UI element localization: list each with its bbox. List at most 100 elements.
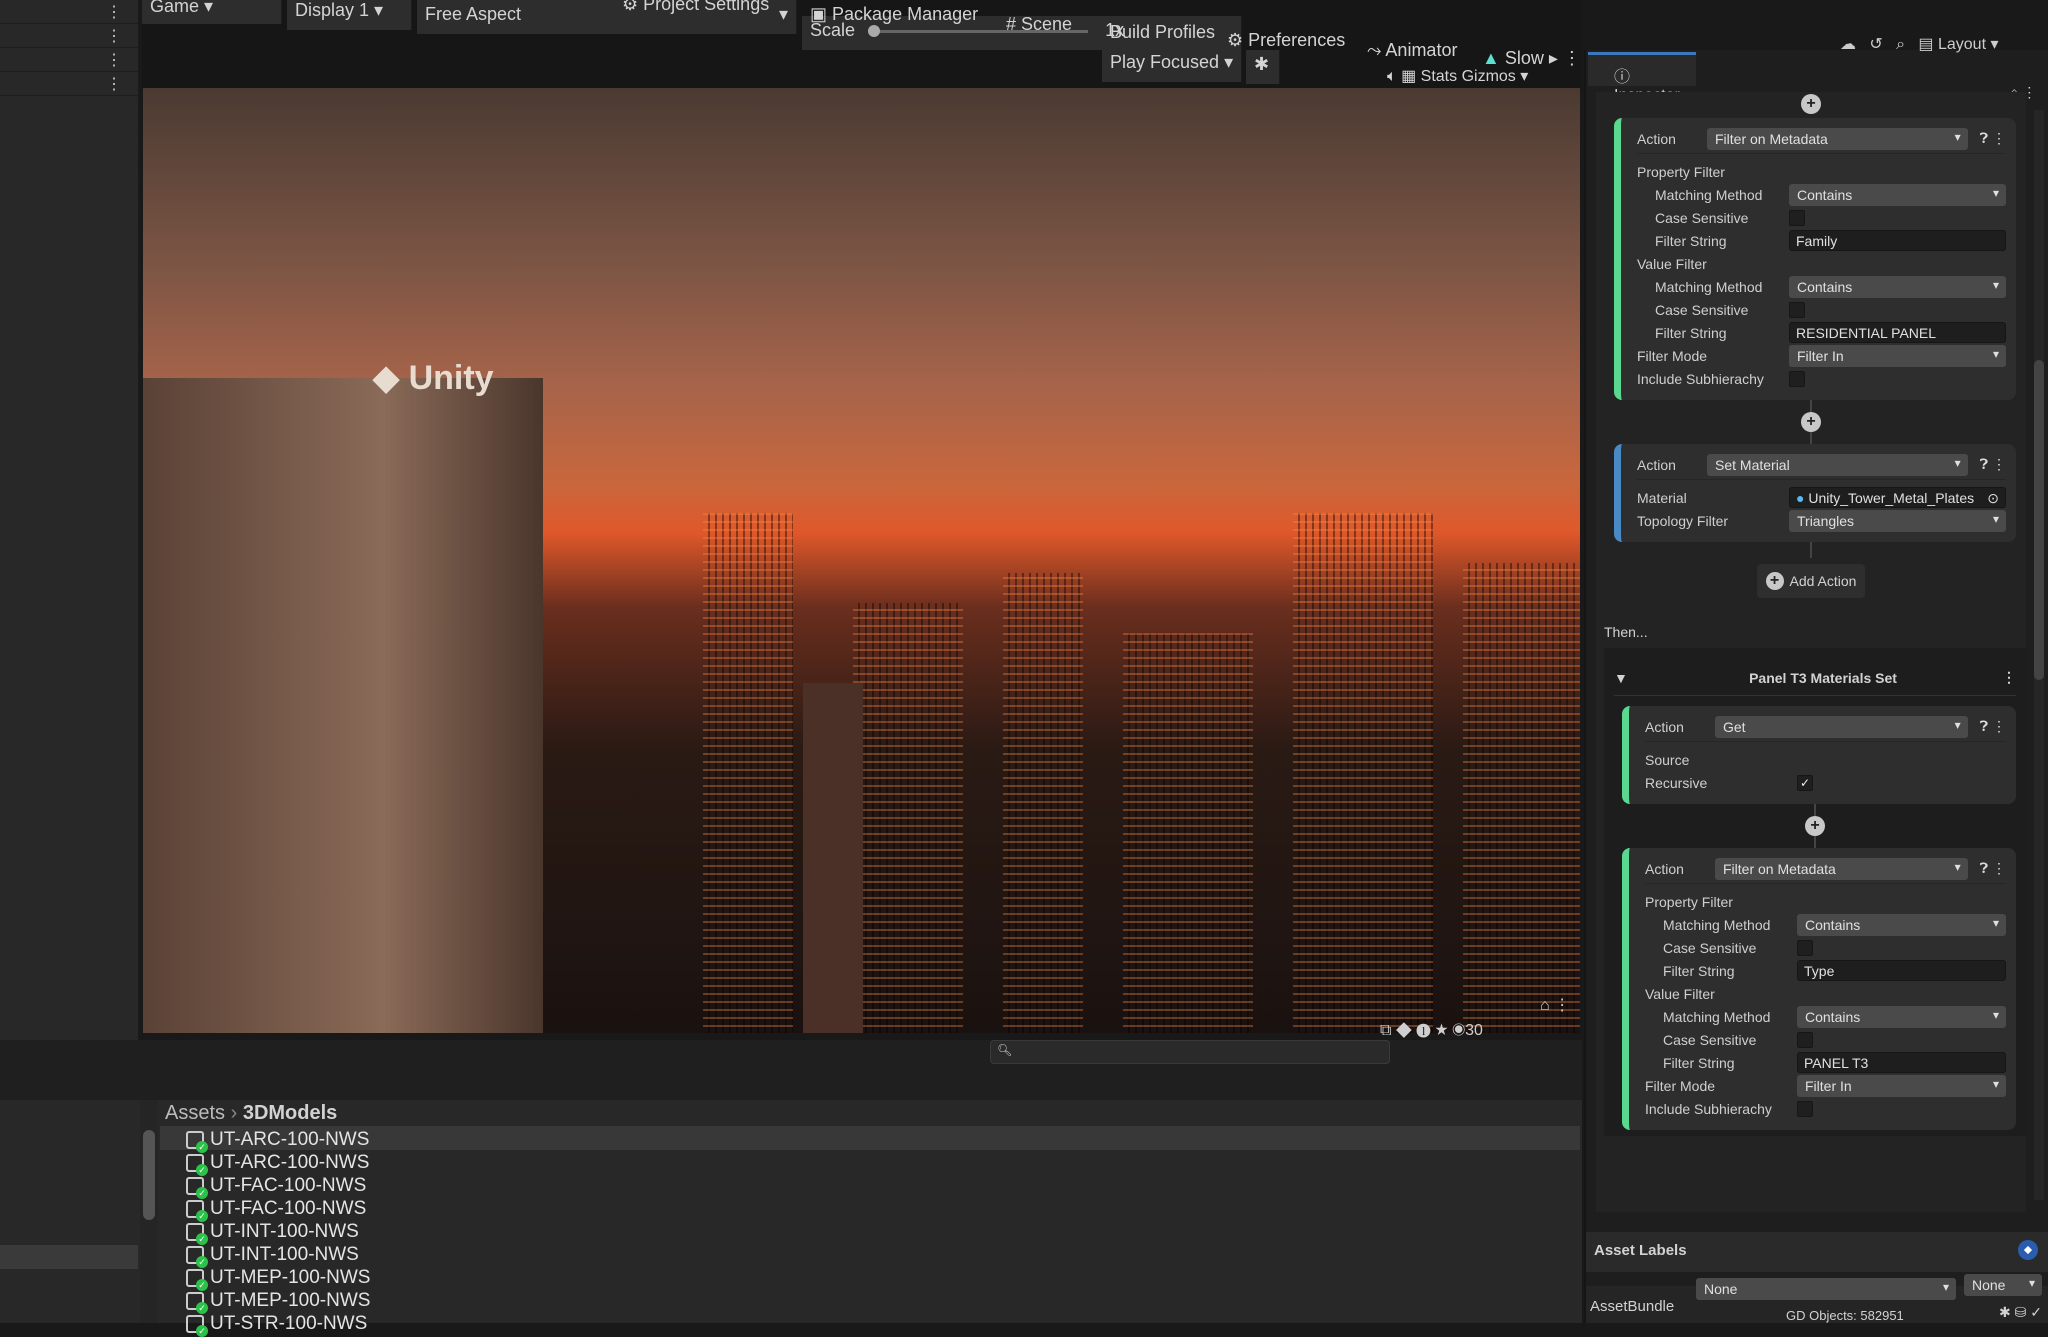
asset-item[interactable]: ✓ UT-MEP-100-NWS	[186, 1289, 370, 1314]
inspector-tab[interactable]: ⓘ Inspector	[1588, 52, 1696, 104]
filter-string-input[interactable]: Family	[1789, 230, 2006, 251]
scene-tab[interactable]: # Scene	[1006, 14, 1072, 35]
insert-action-button[interactable]: +	[1801, 94, 1821, 114]
package-manager-button[interactable]: ▣ Package Manager	[810, 4, 978, 25]
bug-icon[interactable]: ✱	[1999, 1304, 2011, 1320]
matching-method-dropdown[interactable]: Contains	[1789, 275, 2006, 298]
asset-item[interactable]: ✓ UT-INT-100-NWS	[186, 1243, 359, 1268]
asset-item[interactable]: ✓ UT-MEP-100-NWS	[186, 1266, 370, 1291]
layout-dropdown[interactable]: ▤ Layout ▾	[1918, 36, 1998, 53]
build-profiles-button[interactable]: Build Profiles	[1110, 22, 1215, 43]
asset-item[interactable]: ✓ UT-ARC-100-NWS	[186, 1128, 369, 1153]
hierarchy-row[interactable]: ⋮	[0, 24, 138, 48]
check-circle-icon[interactable]: ✓	[2030, 1304, 2042, 1320]
grid-toggle-icon[interactable]: ▦	[1401, 68, 1416, 85]
include-subhierarchy-checkbox[interactable]	[1789, 370, 1805, 387]
collapse-arrow-icon[interactable]: ▼	[1614, 670, 1644, 686]
game-tab-label: Game	[150, 0, 200, 16]
action-card-filter-metadata: Action Filter on Metadata ❓︎ ⋮ Property Fi…	[1622, 848, 2016, 1130]
warning-filter-icon[interactable]: ❶	[1416, 1022, 1430, 1039]
database-icon[interactable]: ⛁	[2015, 1304, 2027, 1320]
case-sensitive-checkbox[interactable]	[1797, 1031, 1813, 1048]
asset-item[interactable]: ✓ UT-STR-100-NWS	[186, 1312, 367, 1337]
asset-item[interactable]: ✓ UT-ARC-100-NWS	[186, 1151, 369, 1176]
gizmos-button[interactable]: Gizmos	[1462, 68, 1516, 85]
insert-action-button[interactable]: +	[1805, 816, 1825, 836]
action-dropdown[interactable]: Filter on Metadata	[1707, 127, 1968, 150]
matching-method-dropdown[interactable]: Contains	[1789, 183, 2006, 206]
folder-tree-selected[interactable]	[0, 1245, 138, 1269]
asset-item[interactable]: ✓ UT-INT-100-NWS	[186, 1220, 359, 1245]
hierarchy-row[interactable]: ⋮	[0, 0, 138, 24]
game-view[interactable]: ◆ Unity	[143, 88, 1580, 1033]
building	[1463, 563, 1580, 1033]
help-icon[interactable]: ❓︎ ⋮	[1980, 860, 2006, 877]
hierarchy-row[interactable]: ⋮	[0, 48, 138, 72]
case-sensitive-checkbox[interactable]	[1797, 939, 1813, 956]
breadcrumb-assets[interactable]: Assets	[165, 1102, 225, 1124]
group-menu-icon[interactable]: ⋮	[2002, 669, 2016, 686]
filter-mode-dropdown[interactable]: Filter In	[1797, 1074, 2006, 1097]
asset-item[interactable]: ✓ UT-FAC-100-NWS	[186, 1174, 366, 1199]
help-icon[interactable]: ❓︎ ⋮	[1980, 718, 2006, 735]
building	[853, 603, 963, 1033]
variant-dropdown[interactable]: None	[1964, 1274, 2042, 1296]
selected-row-highlight	[160, 1126, 1580, 1150]
tag-icon[interactable]: ⬥	[2018, 1240, 2038, 1260]
action-label: Action	[1645, 860, 1684, 877]
eye-icon[interactable]: ◉	[1452, 1022, 1465, 1039]
case-sensitive-label: Case Sensitive	[1663, 939, 1757, 956]
project-search-input[interactable]: 🔍︎	[990, 1040, 1390, 1064]
asset-item[interactable]: ✓ UT-FAC-100-NWS	[186, 1197, 366, 1222]
object-picker-icon[interactable]: ⊙	[1987, 490, 1999, 507]
include-subhierarchy-checkbox[interactable]	[1797, 1100, 1813, 1117]
history-icon[interactable]: ↺	[1869, 36, 1882, 53]
matching-method-dropdown[interactable]: Contains	[1797, 913, 2006, 936]
game-tab[interactable]: Game ▾	[142, 0, 282, 24]
matching-method-value: Contains	[1805, 1008, 1861, 1025]
package-manager-label: Package Manager	[832, 4, 979, 24]
stats-button[interactable]: Stats	[1421, 68, 1457, 85]
label-filter-icon[interactable]: ◆	[1396, 1022, 1412, 1039]
search-icon[interactable]: ⌕	[1896, 36, 1905, 53]
filter-string-input[interactable]: RESIDENTIAL PANEL	[1789, 322, 2006, 343]
material-field[interactable]: ● Unity_Tower_Metal_Plates ⊙	[1789, 487, 2006, 508]
bug-icon[interactable]: ✱	[1246, 50, 1280, 84]
play-mode-dropdown[interactable]: Play Focused ▾	[1102, 48, 1242, 82]
more-icon[interactable]: ⋮	[106, 74, 122, 94]
cloud-icon[interactable]: ☁	[1840, 36, 1856, 53]
breadcrumb-3dmodels[interactable]: 3DModels	[243, 1102, 337, 1124]
hierarchy-row[interactable]: ⋮	[0, 72, 138, 96]
action-dropdown[interactable]: Filter on Metadata	[1715, 857, 1968, 880]
insert-action-button[interactable]: +	[1801, 412, 1821, 432]
more-icon[interactable]: ⋮	[106, 2, 122, 22]
add-action-button[interactable]: + Add Action	[1757, 564, 1865, 598]
action-dropdown[interactable]: Set Material	[1707, 453, 1968, 476]
filter-string-input[interactable]: Type	[1797, 960, 2006, 981]
animator-button[interactable]: ⤳ Animator	[1367, 40, 1457, 61]
recursive-checkbox[interactable]: ✓	[1797, 774, 1813, 791]
scrollbar[interactable]	[140, 1100, 158, 1323]
help-icon[interactable]: ❓︎ ⋮	[1980, 456, 2006, 473]
project-settings-button[interactable]: ⚙ Project Settings	[622, 0, 769, 15]
case-sensitive-checkbox[interactable]	[1789, 301, 1805, 318]
assetbundle-dropdown[interactable]: None	[1696, 1278, 1956, 1300]
filter-string-input[interactable]: PANEL T3	[1797, 1052, 2006, 1073]
inspector-scrollbar[interactable]	[2034, 110, 2044, 1200]
more-icon[interactable]: ⋮	[106, 50, 122, 70]
scale-handle[interactable]	[868, 24, 881, 37]
assetbundle-value: None	[1704, 1281, 1738, 1297]
display-dropdown[interactable]: Display 1 ▾	[287, 0, 412, 30]
matching-method-dropdown[interactable]: Contains	[1797, 1005, 2006, 1028]
action-dropdown[interactable]: Get	[1715, 715, 1968, 738]
case-sensitive-checkbox[interactable]	[1789, 209, 1805, 226]
type-filter-icon[interactable]: ⧉	[1380, 1022, 1391, 1039]
help-icon[interactable]: ❓︎ ⋮	[1980, 130, 2006, 147]
preferences-button[interactable]: ⚙ Preferences	[1227, 30, 1345, 51]
audio-icon[interactable]: 🔈︎	[1387, 68, 1397, 85]
star-icon[interactable]: ★	[1435, 1022, 1448, 1039]
topology-filter-dropdown[interactable]: Triangles	[1789, 509, 2006, 532]
filter-mode-dropdown[interactable]: Filter In	[1789, 344, 2006, 367]
panel-menu[interactable]: ⌂ ⋮	[1540, 995, 1570, 1015]
more-icon[interactable]: ⋮	[106, 26, 122, 46]
